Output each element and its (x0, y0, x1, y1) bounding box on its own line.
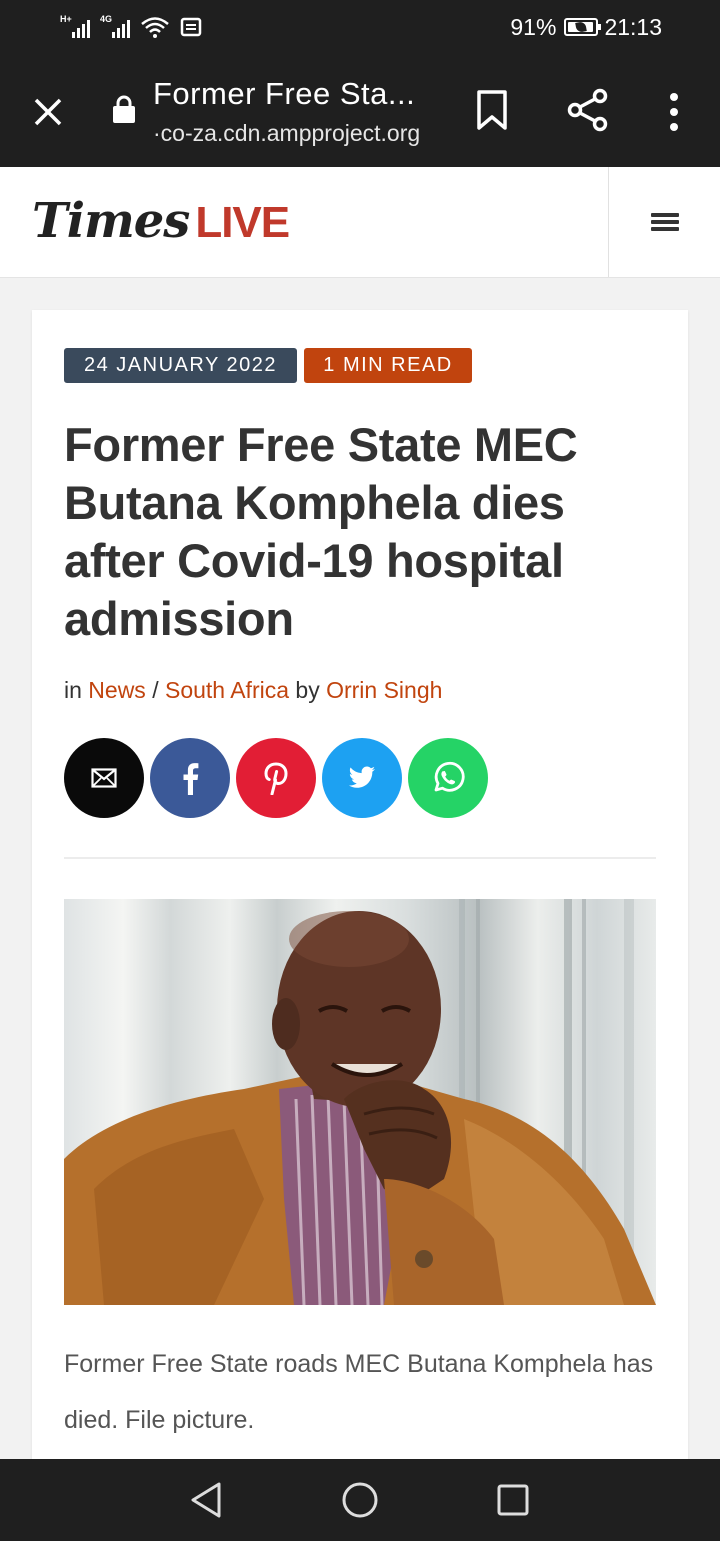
wifi-icon (141, 17, 169, 38)
section-link-news[interactable]: News (88, 677, 146, 703)
share-whatsapp-button[interactable] (408, 738, 488, 818)
status-bar: H+ 4G 91% 21:13 (0, 0, 720, 54)
home-button[interactable] (337, 1477, 383, 1523)
section-link-south-africa[interactable]: South Africa (165, 677, 289, 703)
read-time-badge: 1 MIN READ (304, 348, 472, 383)
battery-icon (564, 18, 602, 36)
back-button[interactable] (183, 1477, 229, 1523)
author-link[interactable]: Orrin Singh (326, 677, 442, 703)
logo-times: Times (32, 193, 190, 249)
pinterest-icon (264, 762, 288, 795)
share-buttons (64, 738, 488, 818)
menu-button[interactable] (609, 167, 720, 277)
article-meta-badges: 24 JANUARY 2022 1 MIN READ (64, 348, 472, 383)
share-twitter-button[interactable] (322, 738, 402, 818)
share-email-button[interactable] (64, 738, 144, 818)
article-byline: in News / South Africa by Orrin Singh (64, 677, 442, 704)
photo-caption: Former Free State roads MEC Butana Komph… (64, 1350, 654, 1434)
logo-live: LIVE (195, 198, 290, 247)
portrait-illustration (64, 899, 656, 1305)
network-type-label: H+ (60, 14, 72, 24)
byline-separator: / (152, 677, 159, 703)
byline-prefix: in (64, 677, 82, 703)
share-icon[interactable] (566, 88, 610, 132)
more-options-icon[interactable] (660, 90, 688, 134)
browser-toolbar: Former Free Sta... ·co-za.cdn.ampproject… (0, 54, 720, 167)
envelope-icon (91, 768, 117, 788)
network-type-label: 4G (100, 14, 113, 24)
page-url[interactable]: ·co-za.cdn.ampproject.org (153, 120, 420, 147)
home-icon (342, 1482, 378, 1518)
site-header: Times LIVE (0, 167, 720, 278)
facebook-icon (183, 763, 199, 795)
notification-icon (180, 17, 202, 37)
page-title[interactable]: Former Free Sta... (153, 76, 415, 112)
byline-by: by (295, 677, 320, 703)
signal-icon: 4G (100, 14, 130, 38)
twitter-icon (348, 766, 375, 788)
share-pinterest-button[interactable] (236, 738, 316, 818)
system-nav-bar (0, 1459, 720, 1541)
signal-icon: H+ (60, 14, 90, 38)
back-icon (191, 1482, 221, 1518)
status-icons: H+ 4G (60, 14, 202, 40)
status-right: 91% 21:13 (510, 12, 662, 42)
battery-percent: 91% (510, 13, 557, 40)
close-tab-button[interactable] (26, 90, 70, 134)
lock-icon[interactable] (112, 94, 136, 124)
clock: 21:13 (604, 13, 662, 40)
whatsapp-icon (434, 761, 465, 792)
article-card: 24 JANUARY 2022 1 MIN READ Former Free S… (32, 310, 688, 1470)
hamburger-icon (650, 210, 679, 234)
close-icon (34, 98, 62, 126)
recents-icon (497, 1484, 529, 1516)
article-headline: Former Free State MEC Butana Komphela di… (64, 418, 578, 645)
divider (64, 857, 656, 859)
share-facebook-button[interactable] (150, 738, 230, 818)
article-photo (64, 899, 656, 1305)
bookmark-icon[interactable] (474, 88, 510, 132)
site-logo[interactable]: Times LIVE (32, 193, 290, 253)
date-badge: 24 JANUARY 2022 (64, 348, 297, 383)
recents-button[interactable] (490, 1477, 536, 1523)
